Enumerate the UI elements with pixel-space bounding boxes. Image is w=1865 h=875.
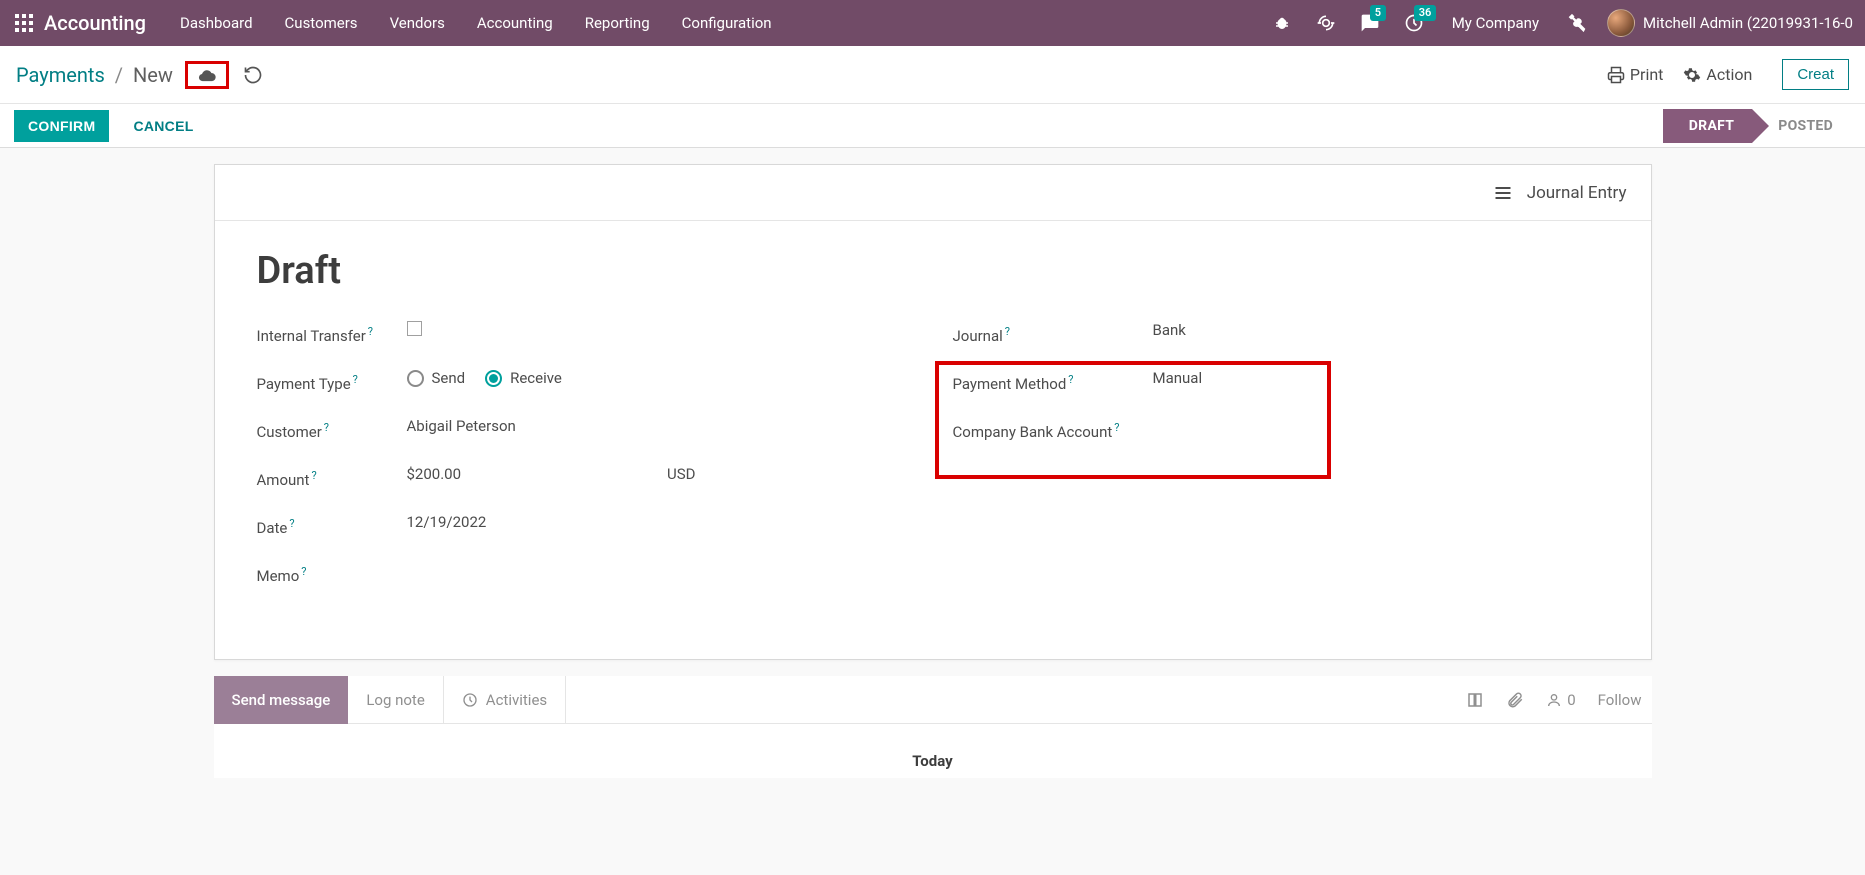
create-button[interactable]: Creat	[1782, 59, 1849, 90]
discard-icon[interactable]	[243, 65, 263, 85]
breadcrumb-parent[interactable]: Payments	[16, 63, 105, 87]
menu-customers[interactable]: Customers	[271, 8, 372, 38]
save-cloud-highlight	[185, 61, 229, 89]
menu-configuration[interactable]: Configuration	[668, 8, 786, 38]
user-name: Mitchell Admin (22019931-16-0	[1643, 14, 1853, 32]
bug-icon[interactable]	[1268, 9, 1296, 37]
payment-method-value[interactable]: Manual	[1153, 369, 1203, 387]
top-navbar: Accounting Dashboard Customers Vendors A…	[0, 0, 1865, 46]
chatter: Send message Log note Activities 0 Follo…	[214, 676, 1652, 778]
radio-receive[interactable]	[485, 370, 502, 387]
attachment-icon[interactable]	[1506, 691, 1524, 709]
page-title: Draft	[257, 249, 1609, 293]
apps-grid-icon[interactable]	[8, 7, 40, 39]
control-bar: Payments / New Print Action Creat	[0, 46, 1865, 104]
currency-value[interactable]: USD	[667, 465, 695, 483]
print-menu[interactable]: Print	[1607, 65, 1663, 84]
gear-icon	[1683, 66, 1701, 84]
messages-badge: 5	[1370, 5, 1386, 21]
journal-value[interactable]: Bank	[1153, 321, 1186, 339]
list-icon	[1491, 183, 1515, 203]
activities-icon[interactable]: 36	[1400, 9, 1428, 37]
tools-icon[interactable]	[1563, 9, 1591, 37]
breadcrumb-current: New	[133, 63, 173, 87]
messages-icon[interactable]: 5	[1356, 9, 1384, 37]
amount-value[interactable]: $200.00	[407, 465, 462, 483]
label-payment-type: Payment Type?	[257, 369, 407, 396]
form-right-column: Journal? Bank Payment Method? Manual Com…	[953, 321, 1609, 609]
status-draft[interactable]: DRAFT	[1663, 109, 1752, 143]
customer-value[interactable]: Abigail Peterson	[407, 417, 516, 435]
menu-reporting[interactable]: Reporting	[571, 8, 664, 38]
status-bar: DRAFT POSTED	[1663, 104, 1851, 148]
label-payment-method: Payment Method?	[953, 369, 1153, 396]
label-internal-transfer: Internal Transfer?	[257, 321, 407, 348]
form-sheet: Journal Entry Draft Internal Transfer?	[214, 164, 1652, 660]
cancel-button[interactable]: CANCEL	[117, 110, 209, 142]
action-menu[interactable]: Action	[1683, 65, 1752, 84]
menu-dashboard[interactable]: Dashboard	[166, 8, 267, 38]
date-value[interactable]: 12/19/2022	[407, 513, 487, 531]
control-actions: Print Action Creat	[1607, 59, 1849, 90]
avatar	[1607, 9, 1635, 37]
log-note-tab[interactable]: Log note	[348, 676, 443, 724]
breadcrumb-separator: /	[115, 63, 123, 87]
support-icon[interactable]	[1312, 9, 1340, 37]
label-customer: Customer?	[257, 417, 407, 444]
topnav-right: 5 36 My Company Mitchell Admin (22019931…	[1268, 9, 1857, 37]
top-menu: Dashboard Customers Vendors Accounting R…	[166, 8, 786, 38]
printer-icon	[1607, 66, 1625, 84]
person-icon	[1546, 692, 1562, 708]
journal-entry-label: Journal Entry	[1527, 183, 1627, 203]
label-amount: Amount?	[257, 465, 407, 492]
label-journal: Journal?	[953, 321, 1153, 348]
menu-accounting[interactable]: Accounting	[463, 8, 567, 38]
confirm-button[interactable]: CONFIRM	[14, 110, 109, 142]
send-message-tab[interactable]: Send message	[214, 676, 349, 724]
company-switcher[interactable]: My Company	[1444, 14, 1547, 32]
menu-vendors[interactable]: Vendors	[376, 8, 459, 38]
radio-send[interactable]	[407, 370, 424, 387]
cloud-save-icon[interactable]	[196, 67, 218, 85]
user-menu[interactable]: Mitchell Admin (22019931-16-0	[1607, 9, 1853, 37]
action-label: Action	[1706, 65, 1752, 84]
journal-entry-button[interactable]: Journal Entry	[1491, 183, 1627, 203]
internal-transfer-checkbox[interactable]	[407, 321, 422, 336]
status-row: CONFIRM CANCEL DRAFT POSTED	[0, 104, 1865, 148]
followers-count[interactable]: 0	[1546, 691, 1575, 709]
payment-type-send[interactable]: Send	[407, 369, 466, 387]
label-date: Date?	[257, 513, 407, 540]
label-company-bank-account: Company Bank Account?	[953, 417, 1153, 444]
chatter-today-label: Today	[214, 724, 1652, 778]
print-label: Print	[1630, 65, 1663, 84]
activities-badge: 36	[1414, 5, 1437, 21]
breadcrumb: Payments / New	[16, 63, 173, 87]
clock-icon	[462, 692, 478, 708]
activities-tab[interactable]: Activities	[444, 676, 566, 724]
app-brand[interactable]: Accounting	[44, 11, 146, 35]
follow-button[interactable]: Follow	[1598, 691, 1642, 709]
sheet-topbar: Journal Entry	[215, 165, 1651, 221]
label-memo: Memo?	[257, 561, 407, 588]
form-left-column: Internal Transfer? Payment Type?	[257, 321, 913, 609]
payment-type-receive[interactable]: Receive	[485, 369, 562, 387]
chatter-book-icon[interactable]	[1466, 691, 1484, 709]
